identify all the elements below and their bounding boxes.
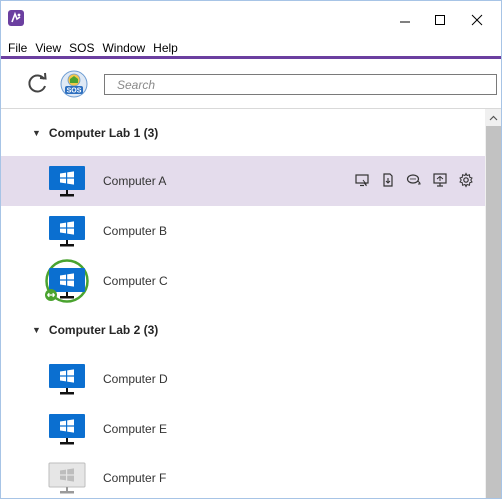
computer-name: Computer D [103, 372, 168, 386]
sos-icon: SOS [60, 70, 88, 98]
app-window: File View SOS Window Help SOS Search ▼ C… [0, 0, 502, 499]
computer-name: Computer F [103, 471, 167, 485]
computer-row-d[interactable]: Computer D [1, 354, 485, 404]
computer-list: ▼ Computer Lab 1 (3) Computer A Computer… [1, 109, 485, 498]
collapse-caret-icon[interactable]: ▼ [32, 325, 41, 335]
menu-help[interactable]: Help [149, 41, 182, 55]
windows-monitor-icon [49, 364, 85, 395]
close-icon [471, 14, 483, 26]
toolbar: SOS [1, 63, 501, 109]
search-box[interactable] [104, 74, 497, 95]
maximize-icon [435, 15, 445, 25]
search-input[interactable] [105, 75, 496, 94]
computer-row-e[interactable]: Computer E [1, 404, 485, 454]
computer-row-a[interactable]: Computer A [1, 156, 485, 206]
windows-monitor-icon [49, 414, 85, 445]
menu-sos[interactable]: SOS [65, 41, 98, 55]
title-bar [1, 1, 501, 39]
file-transfer-icon [383, 173, 393, 187]
minimize-button[interactable] [388, 7, 422, 33]
computer-name: Computer A [103, 174, 167, 188]
minimize-icon [400, 21, 410, 23]
collapse-caret-icon[interactable]: ▼ [32, 128, 41, 138]
computer-row-c[interactable]: Computer C [1, 256, 485, 306]
chat-button[interactable] [405, 171, 423, 189]
computer-name: Computer C [103, 274, 168, 288]
group-label: Computer Lab 2 (3) [48, 322, 159, 337]
file-transfer-button[interactable] [379, 171, 397, 189]
computer-row-b[interactable]: Computer B [1, 206, 485, 256]
close-button[interactable] [460, 7, 494, 33]
windows-monitor-icon [49, 166, 85, 197]
group-label: Computer Lab 1 (3) [48, 125, 159, 140]
menu-bar: File View SOS Window Help [1, 39, 501, 59]
remote-controlled-monitor-icon [45, 259, 89, 303]
row-actions [353, 171, 475, 189]
group-header-lab-2[interactable]: ▼ Computer Lab 2 (3) [1, 306, 485, 353]
app-logo-icon [8, 10, 24, 26]
group-header-lab-1[interactable]: ▼ Computer Lab 1 (3) [1, 109, 485, 156]
scrollbar-thumb[interactable] [486, 126, 501, 498]
offline-monitor-icon [48, 462, 86, 494]
settings-gear-icon [459, 172, 473, 188]
sos-button[interactable]: SOS [60, 70, 88, 98]
computer-row-f[interactable]: Computer F [1, 453, 485, 498]
settings-button[interactable] [457, 171, 475, 189]
computer-name: Computer B [103, 224, 168, 238]
scroll-up-button[interactable] [485, 109, 501, 126]
screen-share-button[interactable] [431, 171, 449, 189]
sos-label: SOS [67, 88, 82, 95]
maximize-button[interactable] [423, 7, 457, 33]
menu-view[interactable]: View [31, 41, 65, 55]
computer-name: Computer E [103, 422, 168, 436]
menu-file[interactable]: File [4, 41, 31, 55]
refresh-button[interactable] [25, 70, 51, 96]
screen-share-icon [433, 173, 447, 187]
menu-window[interactable]: Window [98, 41, 149, 55]
refresh-icon [28, 72, 47, 93]
vertical-scrollbar[interactable] [485, 109, 501, 498]
windows-monitor-icon [49, 216, 85, 247]
chevron-up-icon [489, 115, 498, 120]
remote-view-icon [355, 174, 369, 187]
chat-icon [406, 174, 421, 185]
remote-view-button[interactable] [353, 171, 371, 189]
